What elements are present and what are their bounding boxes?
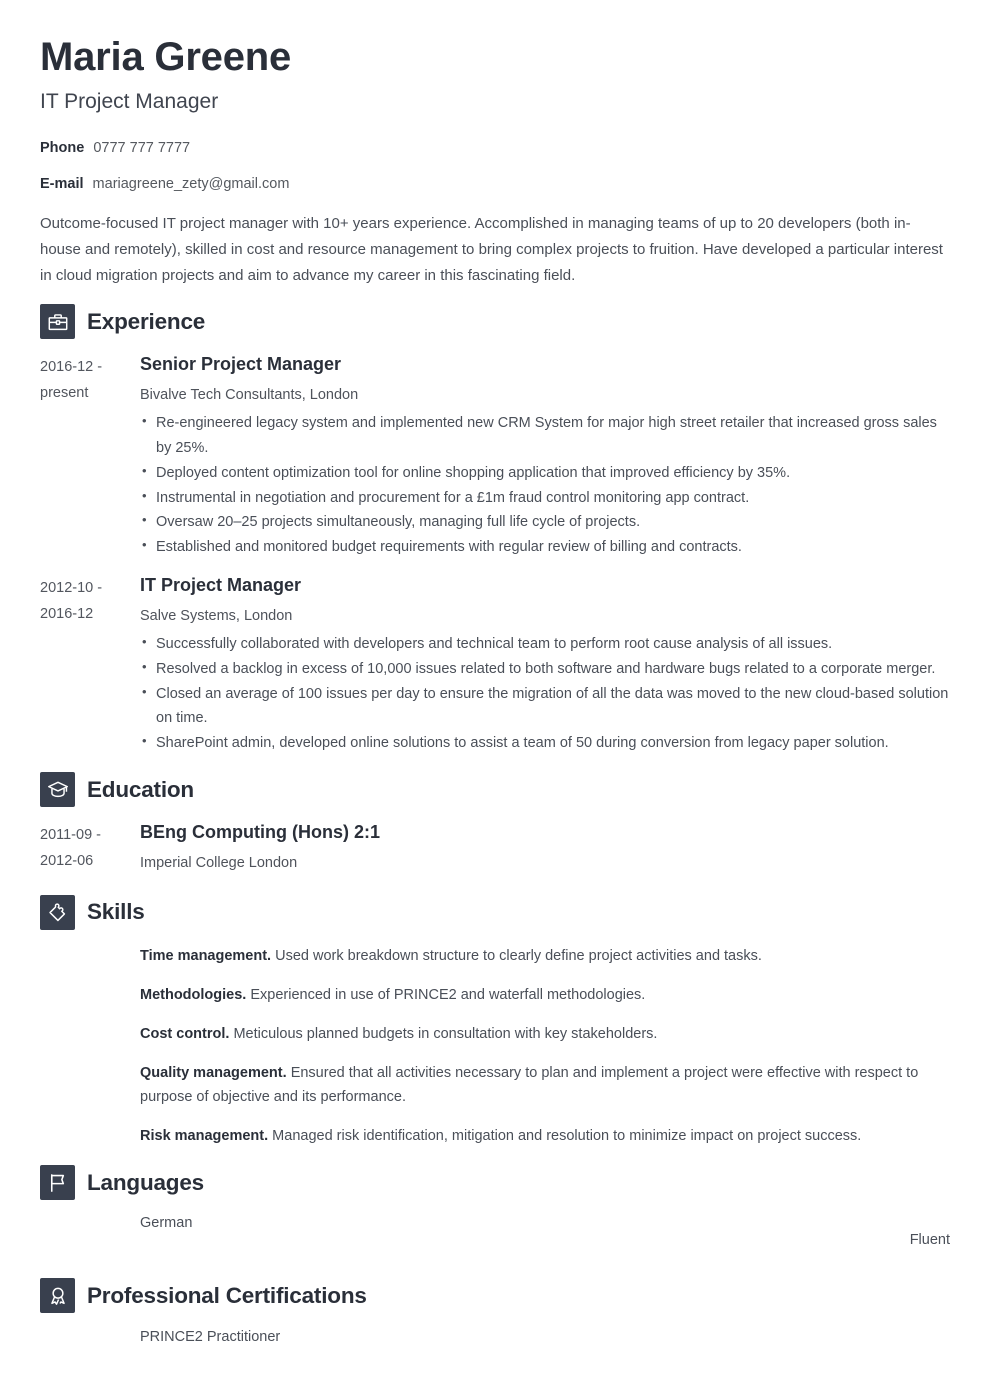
skill-name: Time management. [140,947,272,964]
section-header-experience: Experience [40,304,950,340]
entry-body: BEng Computing (Hons) 2:1 Imperial Colle… [140,821,950,878]
experience-entry: 2016-12 - present Senior Project Manager… [40,353,950,560]
section-header-languages: Languages [40,1165,950,1201]
contact-list: Phone 0777 777 7777 E-mail mariagreene_z… [40,140,950,193]
section-header-skills: Skills [40,894,950,930]
entry-subtitle: Imperial College London [140,854,298,871]
section-header-certifications: Professional Certifications [40,1278,950,1314]
education-entry: 2011-09 - 2012-06 BEng Computing (Hons) … [40,821,950,878]
entry-subtitle: Bivalve Tech Consultants, London [140,386,359,403]
skill-description: Meticulous planned budgets in consultati… [233,1025,658,1042]
skill-item: Time management. Used work breakdown str… [140,944,950,969]
professional-summary: Outcome-focused IT project manager with … [40,214,943,284]
contact-row-phone: Phone 0777 777 7777 [40,140,950,157]
phone-value: 0777 777 7777 [93,140,191,157]
entry-body: Senior Project Manager Bivalve Tech Cons… [140,353,950,560]
skills-list: Time management. Used work breakdown str… [140,944,950,1150]
bullet-item: Oversaw 20–25 projects simultaneously, m… [140,509,950,535]
flag-icon [40,1165,75,1201]
section-languages: Languages German Fluent [40,1165,950,1262]
skill-item: Cost control. Meticulous planned budgets… [140,1022,950,1047]
language-rating: Fluent [710,1220,950,1248]
skill-name: Quality management. [140,1064,287,1081]
phone-label: Phone [40,140,85,157]
section-header-education: Education [40,772,950,808]
bullet-item: Instrumental in negotiation and procurem… [140,485,950,511]
skill-name: Methodologies. [140,986,247,1003]
job-title: IT Project Manager [40,90,219,113]
section-title-certifications: Professional Certifications [87,1282,367,1308]
language-level: Fluent [909,1232,950,1249]
graduation-cap-icon [40,772,75,808]
section-title-languages: Languages [87,1169,204,1195]
briefcase-icon [40,304,75,340]
bullet-item: SharePoint admin, developed online solut… [140,730,950,756]
entry-dates: 2012-10 - 2016-12 [40,580,103,622]
section-education: Education 2011-09 - 2012-06 BEng Computi… [40,772,950,878]
entry-title: Senior Project Manager [140,354,342,375]
entry-subtitle: Salve Systems, London [140,607,293,624]
skill-item: Risk management. Managed risk identifica… [140,1124,950,1149]
certifications-list: PRINCE2 Practitioner [140,1327,950,1347]
section-certifications: Professional Certifications PRINCE2 Prac… [40,1278,950,1347]
skill-description: Used work breakdown structure to clearly… [275,947,762,964]
entry-body: IT Project Manager Salve Systems, London… [140,574,950,756]
bullet-item: Re-engineered legacy system and implemen… [140,410,950,461]
section-experience: Experience 2016-12 - present Senior Proj… [40,304,950,756]
bullet-item: Closed an average of 100 issues per day … [140,681,950,732]
entry-bullets: Successfully collaborated with developer… [140,631,950,757]
puzzle-piece-icon [40,894,75,930]
skill-item: Methodologies. Experienced in use of PRI… [140,983,950,1008]
entry-bullets: Re-engineered legacy system and implemen… [140,410,950,561]
entry-dates: 2011-09 - 2012-06 [40,827,101,869]
entry-title: BEng Computing (Hons) 2:1 [140,822,380,843]
bullet-item: Deployed content optimization tool for o… [140,460,950,486]
entry-title: IT Project Manager [140,575,302,596]
entry-dates: 2016-12 - present [40,359,103,401]
bullet-item: Successfully collaborated with developer… [140,631,950,657]
section-title-education: Education [87,776,194,802]
section-title-skills: Skills [87,898,145,924]
resume-header: Maria Greene IT Project Manager Phone 07… [40,0,950,193]
email-label: E-mail [40,175,84,192]
skill-name: Risk management. [140,1128,269,1145]
bullet-item: Established and monitored budget require… [140,534,950,560]
skill-description: Managed risk identification, mitigation … [272,1128,862,1145]
skill-name: Cost control. [140,1025,230,1042]
bullet-item: Resolved a backlog in excess of 10,000 i… [140,656,950,682]
full-name: Maria Greene [40,35,292,79]
certification-item: PRINCE2 Practitioner [140,1329,281,1346]
skill-item: Quality management. Ensured that all act… [140,1061,950,1111]
skill-description: Experienced in use of PRINCE2 and waterf… [250,986,646,1003]
section-title-experience: Experience [87,308,206,334]
contact-row-email: E-mail mariagreene_zety@gmail.com [40,176,950,193]
section-skills: Skills Time management. Used work breakd… [40,894,950,1150]
experience-entry: 2012-10 - 2016-12 IT Project Manager Sal… [40,574,950,756]
language-name: German [140,1215,193,1232]
email-value: mariagreene_zety@gmail.com [92,175,290,192]
language-item: German Fluent [140,1214,950,1262]
award-ribbon-icon [40,1278,75,1314]
resume-page: Maria Greene IT Project Manager Phone 07… [0,0,990,1400]
